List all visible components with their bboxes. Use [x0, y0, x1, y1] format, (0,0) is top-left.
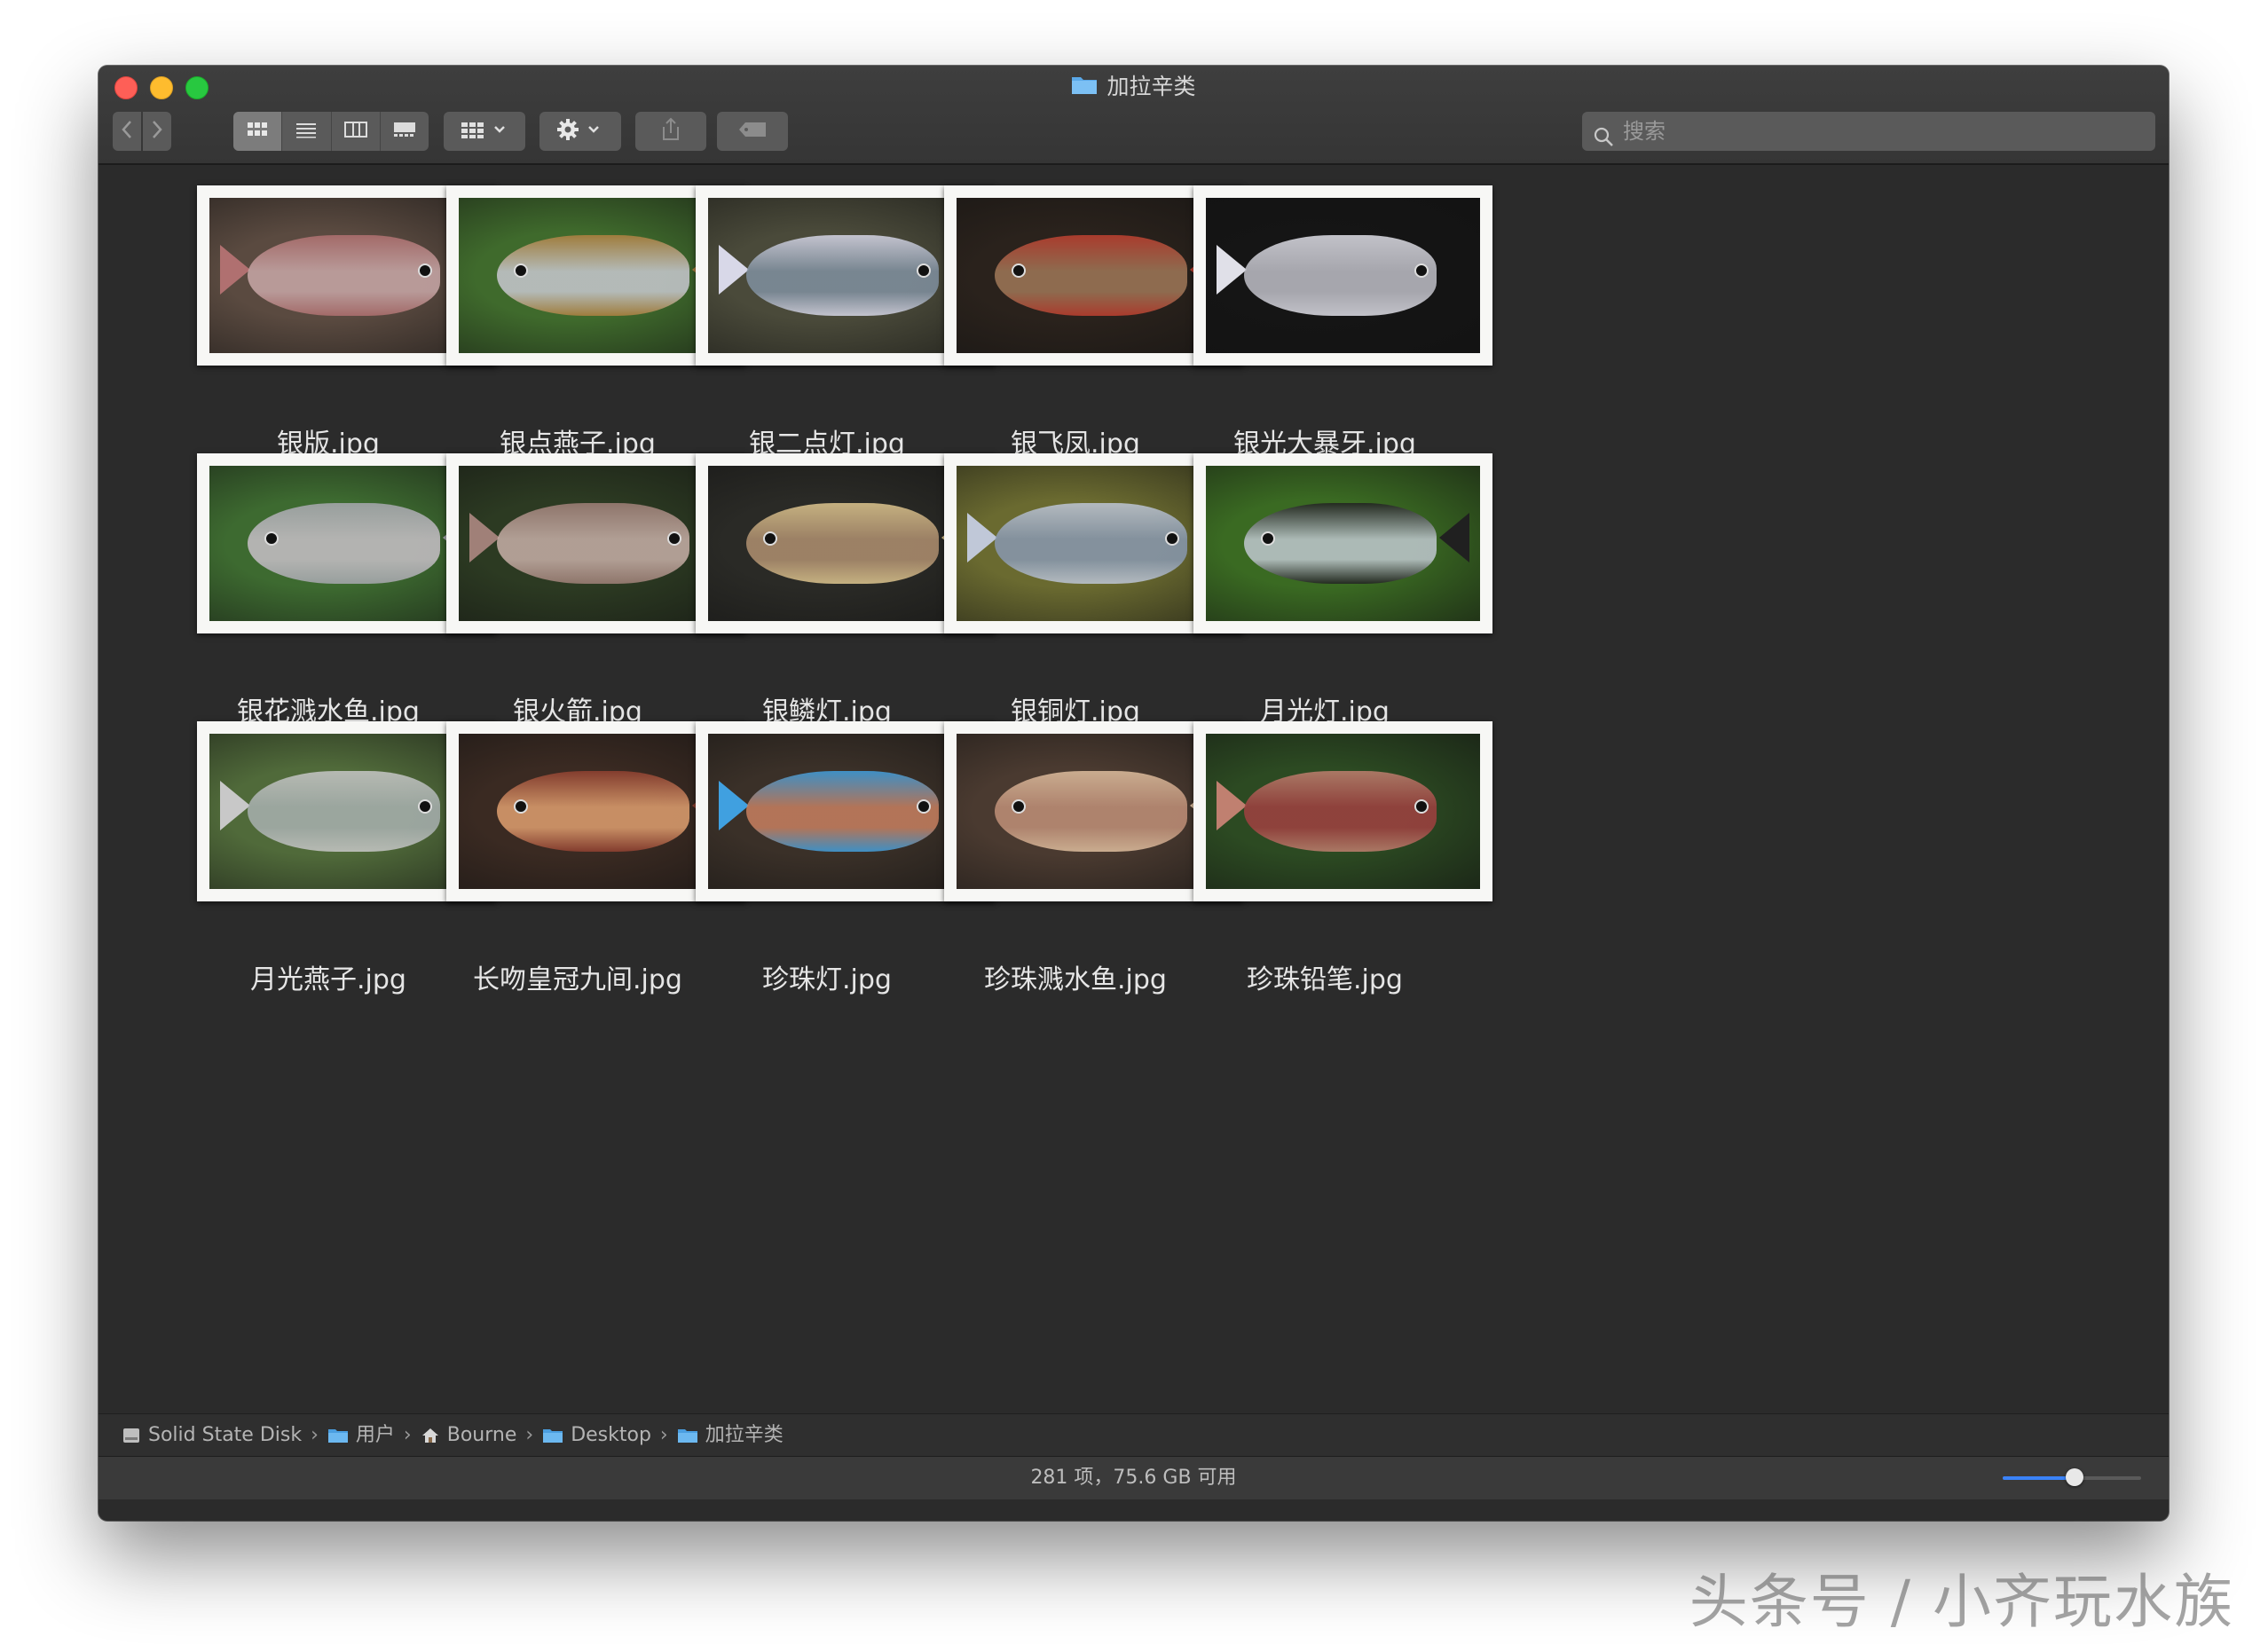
- folder-icon: [327, 1427, 349, 1444]
- slider-knob[interactable]: [2066, 1468, 2084, 1486]
- window-title-text: 加拉辛类: [1106, 74, 1196, 99]
- fish-tail-shape: [220, 780, 251, 830]
- disk-icon: [122, 1427, 141, 1444]
- file-thumbnail: [1193, 453, 1492, 633]
- path-separator: ›: [659, 1424, 668, 1446]
- path-separator: ›: [403, 1424, 412, 1446]
- file-name: 珍珠铅笔.jpg: [1247, 964, 1403, 995]
- tag-button[interactable]: [717, 112, 788, 151]
- tag-icon: [737, 121, 768, 142]
- fish-eye-shape: [513, 263, 528, 278]
- watermark: 头条号 / 小齐玩水族: [1689, 1568, 2234, 1636]
- fish-eye-shape: [1414, 798, 1429, 814]
- fish-eye-shape: [513, 798, 528, 814]
- fish-eye-shape: [1260, 531, 1275, 546]
- chevron-left-icon: [121, 120, 133, 143]
- gallery-icon: [393, 121, 416, 142]
- finder-window: 加拉辛类 搜索 银版.jpg 银点燕子.jpg 银二点灯.jpg 银飞凤.jpg…: [98, 66, 2169, 1521]
- path-crumb-label: 用户: [355, 1424, 395, 1446]
- path-bar: Solid State Disk › 用户 › Bourne › Desktop › 加拉辛类: [98, 1413, 2169, 1457]
- fish-tail-shape: [1438, 512, 1469, 562]
- fish-tail-shape: [719, 244, 750, 295]
- fish-body-shape: [1244, 771, 1437, 852]
- window-title: 加拉辛类: [98, 73, 2169, 102]
- grid-icon: [247, 121, 268, 142]
- fish-eye-shape: [1011, 798, 1026, 814]
- search-field[interactable]: 搜索: [1582, 112, 2155, 151]
- path-crumb[interactable]: 用户: [327, 1414, 395, 1457]
- list-icon: [295, 121, 317, 142]
- icon-grid: 银版.jpg 银点燕子.jpg 银二点灯.jpg 银飞凤.jpg 银光大暴牙.jpg 银花…: [98, 165, 2169, 1457]
- fish-tail-shape: [967, 512, 998, 562]
- path-crumb[interactable]: Desktop: [542, 1414, 651, 1457]
- file-item[interactable]: 珍珠铅笔.jpg: [1122, 701, 1528, 1137]
- forward-button[interactable]: [143, 112, 171, 151]
- chevron-right-icon: [151, 120, 163, 143]
- fish-tail-shape: [1217, 780, 1248, 830]
- column-view-button[interactable]: [330, 112, 380, 151]
- path-separator: ›: [311, 1424, 319, 1446]
- title-bar: 加拉辛类 搜索: [98, 66, 2169, 165]
- list-view-button[interactable]: [281, 112, 330, 151]
- status-bar: 281 项，75.6 GB 可用: [98, 1456, 2169, 1499]
- fish-tail-shape: [469, 512, 500, 562]
- fish-tail-shape: [719, 780, 750, 830]
- fish-eye-shape: [264, 531, 279, 546]
- gallery-view-button[interactable]: [379, 112, 429, 151]
- fish-body-shape: [1244, 235, 1437, 316]
- grid-dropdown-icon: [458, 120, 511, 143]
- path-crumb[interactable]: 加拉辛类: [677, 1414, 784, 1457]
- path-separator: ›: [525, 1424, 534, 1446]
- path-crumb-label: Bourne: [446, 1424, 517, 1446]
- search-icon: [1593, 121, 1614, 160]
- fish-eye-shape: [1414, 263, 1429, 278]
- fish-tail-shape: [1217, 244, 1248, 295]
- path-crumb-label: 加拉辛类: [705, 1424, 784, 1446]
- gear-dropdown-icon: [554, 118, 607, 145]
- icon-view-button[interactable]: [233, 112, 282, 151]
- fish-eye-shape: [762, 531, 777, 546]
- view-mode-segmented-control: [233, 112, 429, 151]
- share-button[interactable]: [635, 112, 706, 151]
- icon-size-slider[interactable]: [2003, 1468, 2141, 1486]
- file-browser-content: 银版.jpg 银点燕子.jpg 银二点灯.jpg 银飞凤.jpg 银光大暴牙.jpg 银花…: [98, 165, 2169, 1499]
- path-crumb[interactable]: Bourne: [421, 1414, 517, 1457]
- action-button[interactable]: [539, 112, 621, 151]
- file-thumbnail: [1193, 721, 1492, 901]
- status-text: 281 项，75.6 GB 可用: [1030, 1467, 1237, 1489]
- folder-icon: [542, 1427, 563, 1444]
- fish-photo: [1206, 734, 1480, 889]
- back-button[interactable]: [113, 112, 141, 151]
- share-icon: [660, 117, 681, 146]
- file-thumbnail: [1193, 185, 1492, 366]
- path-crumb-label: Desktop: [571, 1424, 651, 1446]
- slider-fill: [2003, 1476, 2075, 1480]
- path-crumb-label: Solid State Disk: [148, 1424, 303, 1446]
- fish-eye-shape: [1011, 263, 1026, 278]
- fish-photo: [1206, 466, 1480, 621]
- path-crumb[interactable]: Solid State Disk: [122, 1414, 302, 1457]
- folder-icon: [677, 1427, 698, 1444]
- group-by-button[interactable]: [444, 112, 525, 151]
- fish-tail-shape: [220, 244, 251, 295]
- folder-icon: [1071, 74, 1098, 102]
- fish-photo: [1206, 198, 1480, 353]
- columns-icon: [343, 121, 367, 142]
- search-placeholder: 搜索: [1623, 119, 1666, 144]
- home-icon: [421, 1427, 440, 1444]
